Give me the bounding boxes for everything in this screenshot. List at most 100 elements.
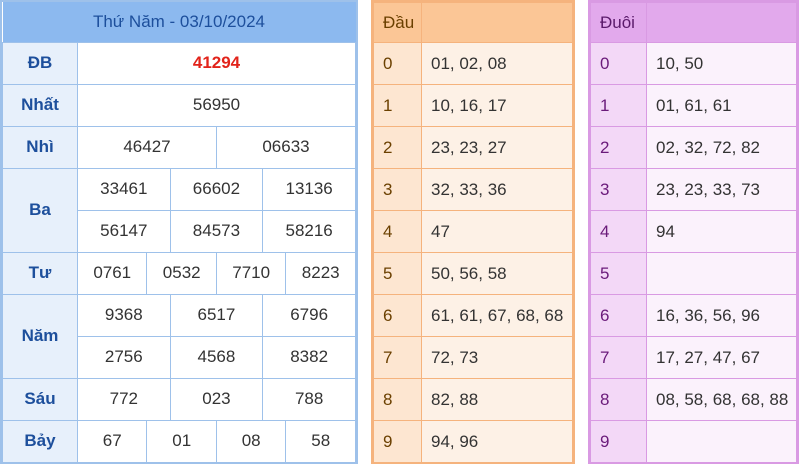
duoi-key: 1 (590, 84, 647, 127)
dau-key: 4 (373, 210, 422, 253)
prize-value-nam: 6517 (169, 293, 264, 337)
dau-values: 32, 33, 36 (421, 168, 573, 211)
dau-row: 5 50, 56, 58 (373, 252, 573, 295)
prize-row-ba: Ba 33461 66602 13136 (2, 167, 356, 253)
dau-row: 0 01, 02, 08 (373, 42, 573, 85)
prize-value-db: 41294 (77, 41, 356, 85)
dau-key: 3 (373, 168, 422, 211)
dau-values: 23, 23, 27 (421, 126, 573, 169)
results-title-prefix: Thứ Năm - (92, 11, 180, 31)
dau-key: 1 (373, 84, 422, 127)
prize-label-nhat: Nhất (2, 83, 78, 127)
dau-row: 2 23, 23, 27 (373, 126, 573, 169)
duoi-row: 2 02, 32, 72, 82 (590, 126, 797, 169)
prize-value-tu: 7710 (215, 251, 287, 295)
results-table: Thứ Năm - 03/10/2024 ĐB 41294 Nhất 56950… (2, 2, 357, 463)
duoi-header-row: Đuôi (590, 2, 797, 43)
duoi-values: 10, 50 (646, 42, 797, 85)
prize-value-bay: 58 (285, 419, 356, 463)
dau-row: 4 47 (373, 210, 573, 253)
dau-values: 82, 88 (421, 378, 573, 421)
dau-values: 47 (421, 210, 573, 253)
duoi-key: 2 (590, 126, 647, 169)
dau-header-blank (421, 2, 573, 43)
duoi-values: 02, 32, 72, 82 (646, 126, 797, 169)
duoi-key: 7 (590, 336, 647, 379)
duoi-values (646, 420, 797, 463)
duoi-header-blank (646, 2, 797, 43)
prize-value-nam: 4568 (169, 335, 264, 379)
results-title: Thứ Năm - 03/10/2024 (2, 2, 356, 43)
prize-label-sau: Sáu (2, 377, 78, 421)
prize-row-db: ĐB 41294 (2, 41, 356, 85)
dau-values: 01, 02, 08 (421, 42, 573, 85)
dau-values: 94, 96 (421, 420, 573, 463)
prize-label-ba: Ba (2, 167, 78, 253)
prize-value-ba: 66602 (169, 167, 264, 211)
dau-key: 2 (373, 126, 422, 169)
dau-row: 1 10, 16, 17 (373, 84, 573, 127)
dau-row: 8 82, 88 (373, 378, 573, 421)
prize-value-ba: 56147 (77, 209, 171, 253)
duoi-values: 08, 58, 68, 68, 88 (646, 378, 797, 421)
duoi-values: 01, 61, 61 (646, 84, 797, 127)
prize-row-nam: Năm 9368 6517 6796 (2, 293, 356, 379)
results-table-panel: Thứ Năm - 03/10/2024 ĐB 41294 Nhất 56950… (0, 0, 358, 464)
duoi-key: 4 (590, 210, 647, 253)
prize-row-bay: Bảy 67 01 08 58 (2, 419, 356, 463)
duoi-values: 17, 27, 47, 67 (646, 336, 797, 379)
prize-value-ba: 58216 (262, 209, 356, 253)
duoi-values: 16, 36, 56, 96 (646, 294, 797, 337)
prize-value-nam: 9368 (77, 293, 171, 337)
results-title-date: 03/10/2024 (179, 11, 266, 31)
prize-label-nhi: Nhì (2, 125, 78, 169)
duoi-row: 8 08, 58, 68, 68, 88 (590, 378, 797, 421)
prize-value-tu: 8223 (285, 251, 356, 295)
duoi-values: 94 (646, 210, 797, 253)
prize-value-nam: 8382 (262, 335, 356, 379)
duoi-key: 5 (590, 252, 647, 295)
results-header-row: Thứ Năm - 03/10/2024 (2, 2, 356, 43)
dau-values: 61, 61, 67, 68, 68 (421, 294, 573, 337)
prize-value-nhi: 46427 (77, 125, 217, 169)
prize-label-nam: Năm (2, 293, 78, 379)
prize-row-nhat: Nhất 56950 (2, 83, 356, 127)
duoi-key: 3 (590, 168, 647, 211)
dau-key: 9 (373, 420, 422, 463)
duoi-row: 9 (590, 420, 797, 463)
prize-value-bay: 01 (146, 419, 217, 463)
dau-key: 7 (373, 336, 422, 379)
duoi-row: 5 (590, 252, 797, 295)
dau-key: 0 (373, 42, 422, 85)
duoi-table-panel: Đuôi 0 10, 50 1 01, 61, 61 2 02, 32, 72, 82… (588, 0, 799, 464)
prize-label-tu: Tư (2, 251, 78, 295)
duoi-row: 6 16, 36, 56, 96 (590, 294, 797, 337)
prize-value-ba: 13136 (262, 167, 356, 211)
prize-value-sau: 023 (169, 377, 264, 421)
prize-value-bay: 08 (215, 419, 287, 463)
dau-table: Đầu 0 01, 02, 08 1 10, 16, 17 2 23, 23, 27 … (373, 2, 573, 463)
prize-label-bay: Bảy (2, 419, 78, 463)
prize-label-db: ĐB (2, 41, 78, 85)
duoi-values: 23, 23, 33, 73 (646, 168, 797, 211)
prize-row-sau: Sáu 772 023 788 (2, 377, 356, 421)
prize-value-ba: 84573 (169, 209, 264, 253)
duoi-key: 8 (590, 378, 647, 421)
prize-value-tu: 0532 (146, 251, 217, 295)
dau-row: 7 72, 73 (373, 336, 573, 379)
dau-key: 6 (373, 294, 422, 337)
prize-value-ba: 33461 (77, 167, 171, 211)
dau-table-panel: Đầu 0 01, 02, 08 1 10, 16, 17 2 23, 23, 27 … (371, 0, 575, 464)
dau-header-row: Đầu (373, 2, 573, 43)
prize-value-nhi: 06633 (215, 125, 357, 169)
prize-row-nhi: Nhì 46427 06633 (2, 125, 357, 169)
duoi-row: 3 23, 23, 33, 73 (590, 168, 797, 211)
prize-value-bay: 67 (76, 419, 148, 463)
prize-value-tu: 0761 (76, 251, 148, 295)
duoi-row: 0 10, 50 (590, 42, 797, 85)
dau-values: 72, 73 (421, 336, 573, 379)
dau-row: 9 94, 96 (373, 420, 573, 463)
duoi-key: 0 (590, 42, 647, 85)
prize-value-nhat: 56950 (77, 83, 356, 127)
prize-value-nam: 6796 (262, 293, 356, 337)
